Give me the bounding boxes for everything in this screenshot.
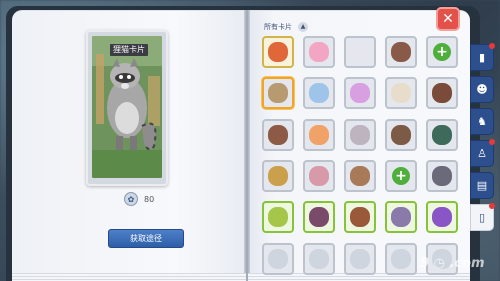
fox-icon bbox=[350, 207, 370, 228]
card-slot[interactable] bbox=[262, 36, 294, 68]
armored-knight-icon bbox=[432, 165, 452, 186]
card-slot[interactable] bbox=[426, 77, 458, 110]
card-slot[interactable] bbox=[344, 77, 376, 110]
side-tab[interactable]: ▯ bbox=[470, 203, 495, 231]
card-slot[interactable] bbox=[385, 36, 417, 68]
card-slot[interactable] bbox=[385, 242, 417, 275]
triangle-up-icon: ▲ bbox=[298, 21, 308, 32]
red-haired-character-icon bbox=[268, 42, 288, 62]
angel-poring-icon bbox=[350, 83, 370, 104]
card-slot[interactable] bbox=[344, 201, 376, 234]
card-slot[interactable] bbox=[262, 159, 294, 192]
side-tab[interactable]: ♙ bbox=[470, 139, 495, 167]
card-slot[interactable] bbox=[303, 118, 335, 151]
card-slot[interactable] bbox=[303, 77, 335, 110]
side-tab[interactable]: ▤ bbox=[470, 172, 494, 199]
left-page-edge bbox=[12, 273, 246, 281]
card-slot[interactable]: + bbox=[426, 36, 458, 68]
blue-creature-icon bbox=[309, 83, 329, 104]
pink-poring-icon bbox=[309, 42, 329, 62]
watermark-logo: 9 ◷ .com bbox=[420, 256, 485, 271]
horned-beast-icon bbox=[391, 207, 411, 228]
card-value-row: ✿ 80 bbox=[124, 190, 154, 208]
card-slot[interactable] bbox=[303, 159, 335, 192]
card-slot[interactable] bbox=[344, 36, 376, 68]
cat-face-icon: ☻ bbox=[476, 83, 488, 96]
card-slot[interactable] bbox=[303, 201, 335, 234]
book-icon: ▮ bbox=[478, 51, 486, 64]
card-slot[interactable] bbox=[426, 201, 458, 234]
monkey-icon bbox=[350, 165, 370, 186]
obtain-method-button[interactable]: 获取途径 bbox=[108, 229, 184, 248]
card-slot[interactable]: + bbox=[385, 159, 417, 192]
card-grid: + + bbox=[262, 36, 458, 276]
barrel-icon bbox=[391, 42, 411, 62]
plus-icon: + bbox=[433, 43, 451, 61]
card-slot[interactable] bbox=[385, 118, 417, 151]
card-icon bbox=[309, 248, 329, 269]
card-slot[interactable] bbox=[385, 201, 417, 234]
close-button[interactable]: ✕ bbox=[436, 7, 460, 31]
raccoon-card-art bbox=[92, 36, 162, 178]
sheep-icon bbox=[391, 83, 411, 104]
card-slot[interactable] bbox=[262, 118, 294, 151]
card-slot[interactable] bbox=[262, 77, 294, 110]
card-collection-icon: ▯ bbox=[478, 211, 486, 224]
chair-icon bbox=[432, 83, 452, 104]
side-tab[interactable]: ♞ bbox=[470, 108, 494, 135]
plus-icon: + bbox=[392, 166, 410, 185]
card-value: 80 bbox=[144, 194, 155, 204]
filter-label: 所有卡片 bbox=[264, 22, 292, 31]
card-slot[interactable] bbox=[262, 242, 294, 275]
card-icon bbox=[391, 248, 411, 269]
card-slot[interactable] bbox=[344, 242, 376, 275]
card-slot[interactable] bbox=[303, 242, 335, 275]
paw-icon: ✿ bbox=[124, 192, 138, 206]
card-name-label: 狸猫卡片 bbox=[110, 44, 148, 56]
green-plant-icon bbox=[268, 207, 288, 228]
orange-fruit-icon bbox=[309, 124, 329, 145]
raccoon-icon bbox=[268, 83, 288, 104]
card-filter-dropdown[interactable]: 所有卡片 ▲ bbox=[264, 20, 328, 33]
white-rabbit-icon bbox=[350, 42, 370, 62]
purple-ghost-icon bbox=[432, 207, 452, 228]
card-slot[interactable] bbox=[385, 77, 417, 110]
card-icon bbox=[268, 248, 288, 269]
wooden-cart-icon bbox=[391, 124, 411, 145]
card-slot[interactable] bbox=[344, 159, 376, 192]
side-tab-bar: ▮ ☻ ♞ ♙ ▤ ▯ bbox=[470, 43, 496, 231]
gray-bat-icon bbox=[350, 124, 370, 145]
horse-icon: ♞ bbox=[477, 115, 487, 128]
purple-bug-icon bbox=[309, 207, 329, 228]
notification-dot bbox=[489, 43, 495, 49]
card-slot[interactable] bbox=[426, 118, 458, 151]
notification-dot bbox=[489, 203, 495, 209]
book-spine bbox=[244, 10, 250, 281]
paper-icon: ▤ bbox=[476, 179, 488, 192]
card-slot[interactable] bbox=[426, 159, 458, 192]
card-icon bbox=[350, 248, 370, 269]
yellow-creature-icon bbox=[268, 165, 288, 186]
dark-beast-icon bbox=[432, 124, 452, 145]
card-slot[interactable] bbox=[344, 118, 376, 151]
stump-icon bbox=[268, 124, 288, 145]
bell-icon: ♙ bbox=[477, 147, 487, 160]
side-tab[interactable]: ▮ bbox=[470, 43, 495, 71]
pink-flower-icon bbox=[309, 165, 329, 186]
card-slot[interactable] bbox=[303, 36, 335, 68]
side-tab[interactable]: ☻ bbox=[470, 76, 494, 103]
card-slot[interactable] bbox=[262, 201, 294, 234]
notification-dot bbox=[489, 139, 495, 145]
